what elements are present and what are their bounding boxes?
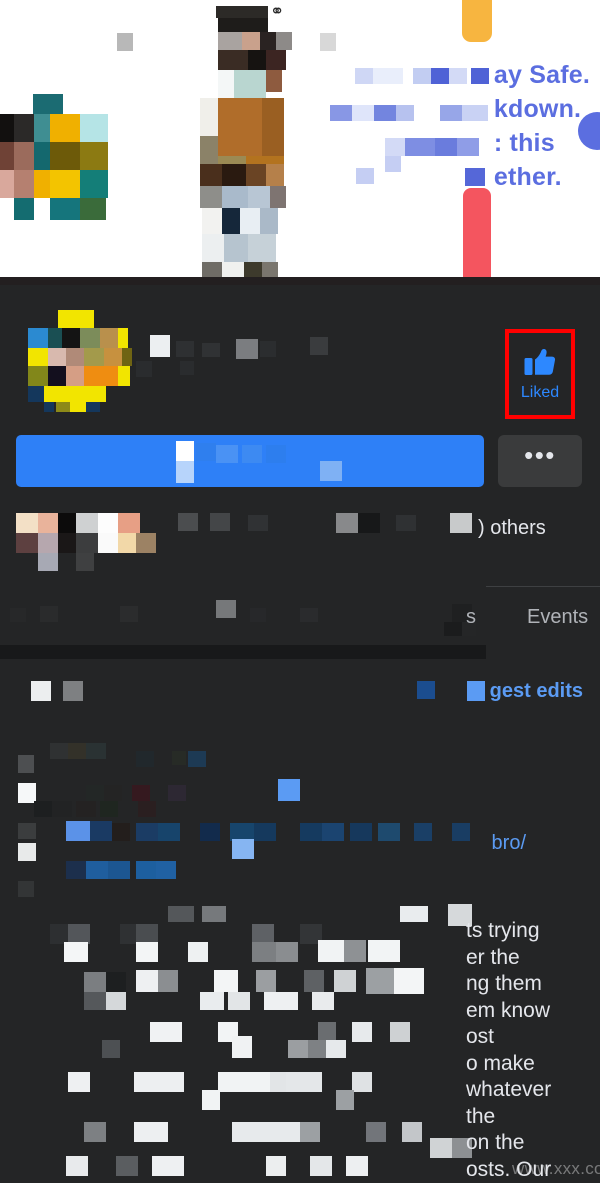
cover-text-line: kdown. [493, 95, 582, 123]
cover-bottom-bar [0, 277, 600, 285]
post-text-line: er the [466, 945, 520, 969]
cover-text: ay Safe. kdown. : this ether. [494, 58, 590, 194]
website-link[interactable]: bro/ [492, 831, 526, 855]
post-text-line: on the [466, 1131, 525, 1154]
suggest-edits-link[interactable]: gest edits [490, 679, 583, 703]
screenshot-root: ⚭ ay Safe. kdown.: this ether. Liked ••… [0, 0, 600, 1183]
tabs-divider [486, 586, 600, 587]
likes-summary-label: ) others [478, 517, 546, 539]
red-shape [463, 188, 491, 285]
likes-summary-row: ) others [0, 505, 600, 573]
ellipsis-icon: ••• [524, 440, 556, 470]
about-section: gest edits bro/ [0, 659, 600, 898]
thumbs-up-icon [524, 347, 556, 380]
post-text-line: o make [466, 1051, 535, 1075]
post-text-line: ost [466, 1025, 495, 1048]
post-text-line: ts trying [466, 919, 540, 942]
tabs-row: s Events [0, 592, 600, 644]
mosaic-square [320, 33, 336, 51]
post-text-line: whatever [466, 1078, 552, 1101]
more-options-button[interactable]: ••• [498, 435, 582, 487]
yellow-shape [462, 0, 492, 42]
liked-button[interactable]: Liked [509, 333, 571, 415]
avatar[interactable] [14, 308, 132, 412]
primary-action-button[interactable] [16, 435, 484, 487]
scribble-icon: ⚭ [270, 2, 285, 21]
post-text-line: osts. Our [466, 1157, 552, 1181]
mosaic-square [117, 33, 133, 51]
post-text-line: em know [466, 998, 551, 1022]
section-separator-cut [486, 645, 600, 659]
cover-photo: ⚭ ay Safe. kdown.: this ether. [0, 0, 600, 285]
post-text-block: ts trying er the ng them em know ost o m… [0, 900, 600, 1183]
cover-text-line: : this [493, 129, 555, 157]
post-text-line: the [466, 1104, 496, 1128]
post-text-line: ng them [466, 972, 542, 995]
liked-button-label: Liked [520, 383, 560, 401]
cover-text-line: ether. [493, 163, 562, 191]
cover-text-line: ay Safe. [493, 61, 590, 89]
page-name-blurred [136, 335, 470, 385]
tab-partial[interactable]: s [466, 605, 476, 629]
post-text: ts trying er the ng them em know ost o m… [466, 918, 551, 1183]
tab-events[interactable]: Events [527, 605, 588, 629]
action-row: ••• [0, 435, 600, 489]
